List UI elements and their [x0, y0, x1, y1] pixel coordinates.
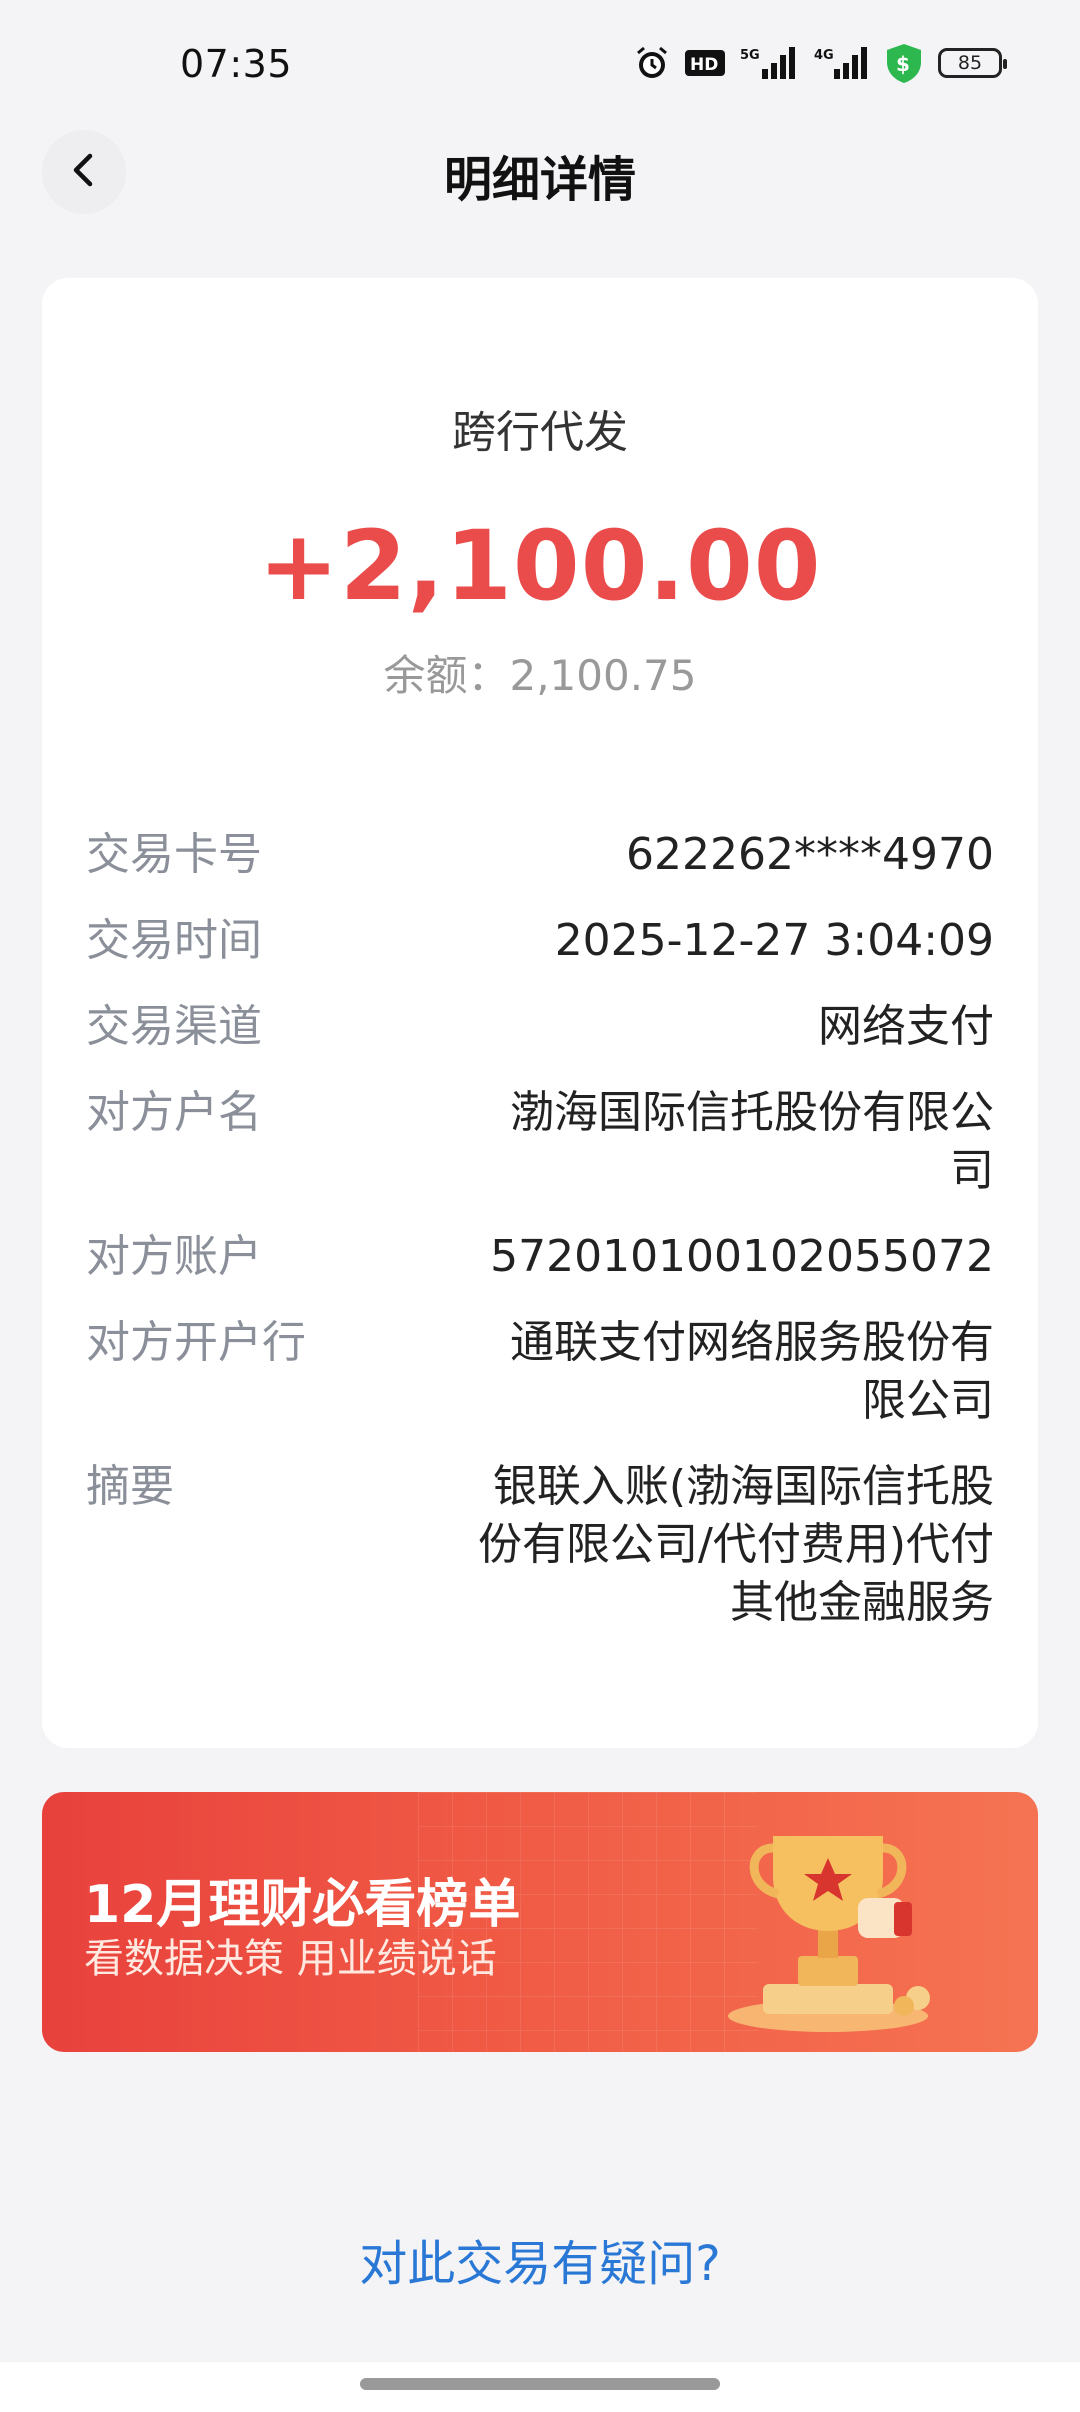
detail-value: 银联入账(渤海国际信托股份有限公司/代付费用)代付其他金融服务 — [478, 1461, 994, 1628]
detail-label: 交易卡号 — [86, 829, 262, 880]
transaction-detail-card: 跨行代发 +2,100.00 余额：2,100.75 交易卡号 622262**… — [42, 278, 1038, 1748]
detail-label: 交易渠道 — [86, 1001, 262, 1052]
detail-value: 渤海国际信托股份有限公司 — [510, 1087, 994, 1196]
transaction-type: 跨行代发 — [452, 407, 628, 458]
battery-icon: 85 — [938, 48, 1007, 78]
transaction-amount: +2,100.00 — [258, 510, 822, 622]
detail-row-counterparty-bank: 对方开户行 通联支付网络服务股份有限公司 — [86, 1314, 994, 1430]
detail-row-counterparty-account: 对方账户 572010100102055072 — [86, 1228, 994, 1286]
detail-row-time: 交易时间 2025-12-27 3:04:09 — [86, 912, 994, 970]
status-time: 07:35 — [180, 42, 293, 86]
trophy-icon — [718, 1816, 938, 2040]
alarm-icon — [634, 45, 670, 81]
shield-dollar-icon: $ — [884, 42, 924, 84]
hd-icon: HD — [684, 48, 726, 78]
5g-signal-icon: 5G — [740, 45, 800, 81]
banner-subtitle: 看数据决策 用业绩说话 — [84, 1936, 497, 1982]
detail-rows: 交易卡号 622262****4970 交易时间 2025-12-27 3:04… — [86, 826, 994, 1660]
detail-label: 交易时间 — [86, 915, 262, 966]
status-icons: HD 5G 4G $ 85 — [634, 40, 1007, 86]
account-balance: 余额：2,100.75 — [383, 651, 697, 700]
detail-value: 网络支付 — [818, 1001, 994, 1052]
detail-row-card-number: 交易卡号 622262****4970 — [86, 826, 994, 884]
detail-label: 对方账户 — [86, 1231, 262, 1282]
detail-row-counterparty-name: 对方户名 渤海国际信托股份有限公司 — [86, 1084, 994, 1200]
svg-text:HD: HD — [690, 55, 718, 75]
detail-label: 对方开户行 — [86, 1317, 306, 1368]
detail-value: 622262****4970 — [626, 829, 994, 880]
detail-value: 通联支付网络服务股份有限公司 — [510, 1317, 994, 1426]
status-bar: 07:35 HD 5G 4G $ 85 — [0, 0, 1080, 130]
svg-text:$: $ — [896, 52, 910, 76]
system-nav-bar — [0, 2362, 1080, 2412]
header: 明细详情 — [0, 120, 1080, 220]
promo-banner[interactable]: 12月理财必看榜单 看数据决策 用业绩说话 — [42, 1792, 1038, 2052]
detail-label: 摘要 — [86, 1461, 174, 1512]
home-indicator[interactable] — [360, 2378, 720, 2390]
4g-signal-icon: 4G — [814, 45, 870, 81]
svg-text:5G: 5G — [740, 48, 760, 63]
svg-text:4G: 4G — [814, 48, 834, 63]
detail-value: 572010100102055072 — [490, 1231, 994, 1282]
page-title: 明细详情 — [443, 152, 636, 208]
detail-row-summary: 摘要 银联入账(渤海国际信托股份有限公司/代付费用)代付其他金融服务 — [86, 1458, 994, 1632]
detail-row-channel: 交易渠道 网络支付 — [86, 998, 994, 1056]
detail-label: 对方户名 — [86, 1087, 262, 1138]
detail-value: 2025-12-27 3:04:09 — [554, 915, 994, 966]
transaction-question-link[interactable]: 对此交易有疑问? — [0, 2224, 1080, 2294]
